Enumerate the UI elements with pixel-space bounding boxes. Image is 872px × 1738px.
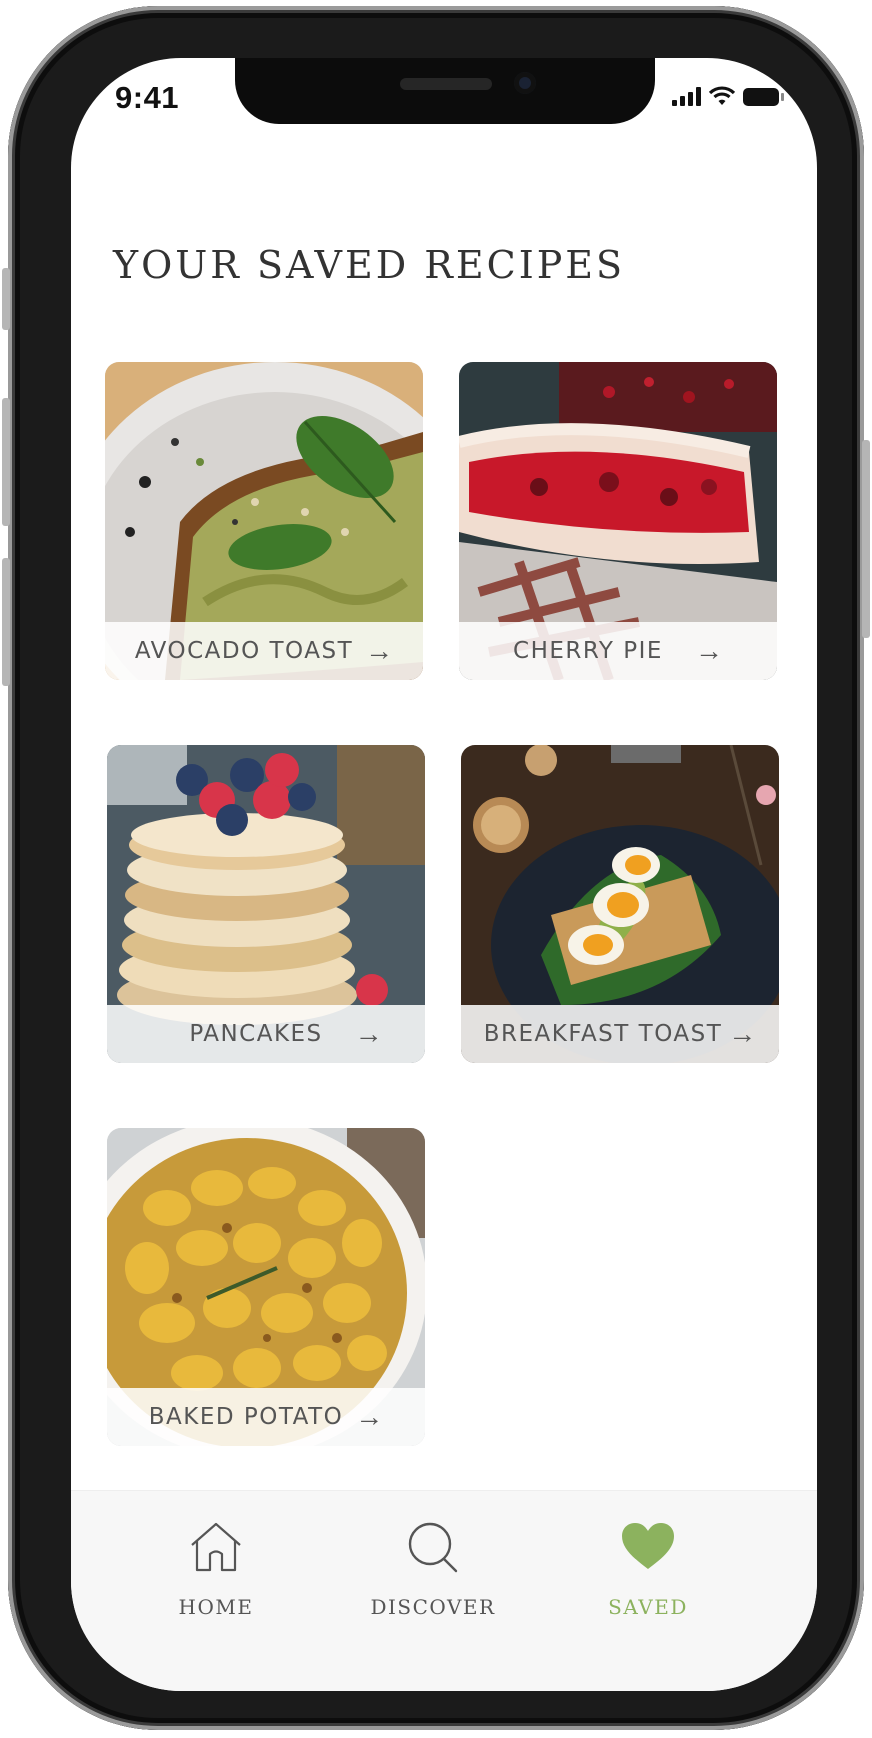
recipe-label-bar: BREAKFAST TOAST → <box>461 1005 779 1063</box>
recipe-card-breakfast-toast[interactable]: BREAKFAST TOAST → <box>461 745 779 1063</box>
nav-item-saved[interactable]: SAVED <box>548 1521 748 1619</box>
recipe-name: CHERRY PIE <box>513 638 663 664</box>
cellular-signal-icon <box>672 86 701 106</box>
notch <box>235 58 655 124</box>
status-icons <box>672 86 784 106</box>
arrow-right-icon[interactable]: → <box>365 637 393 665</box>
recipe-label-bar: BAKED POTATO → <box>107 1388 425 1446</box>
power-button <box>862 440 870 638</box>
home-icon <box>191 1522 241 1572</box>
heart-icon <box>622 1523 674 1569</box>
recipe-label-bar: AVOCADO TOAST → <box>105 622 423 680</box>
nav-label: DISCOVER <box>370 1595 496 1619</box>
earpiece-speaker <box>400 78 492 90</box>
nav-item-discover[interactable]: DISCOVER <box>333 1521 533 1619</box>
arrow-right-icon[interactable]: → <box>355 1403 383 1431</box>
wifi-icon <box>709 86 735 105</box>
recipe-name: BREAKFAST TOAST <box>483 1021 723 1047</box>
recipe-card-baked-potato[interactable]: BAKED POTATO → <box>107 1128 425 1446</box>
recipe-name: PANCAKES <box>189 1021 323 1047</box>
nav-item-home[interactable]: HOME <box>116 1521 316 1619</box>
recipe-card-cherry-pie[interactable]: CHERRY PIE → <box>459 362 777 680</box>
screen: 9:41 YOUR SAVED RECIPES AVOCADO TOAST → … <box>71 58 817 1691</box>
nav-label: SAVED <box>608 1595 688 1619</box>
page-title: YOUR SAVED RECIPES <box>113 243 626 288</box>
recipe-label-bar: PANCAKES → <box>107 1005 425 1063</box>
volume-up-button <box>2 398 10 526</box>
battery-icon <box>743 88 784 106</box>
arrow-right-icon[interactable]: → <box>695 637 723 665</box>
phone-frame: 9:41 YOUR SAVED RECIPES AVOCADO TOAST → … <box>2 6 870 1730</box>
search-icon <box>408 1522 458 1573</box>
recipe-card-pancakes[interactable]: PANCAKES → <box>107 745 425 1063</box>
recipe-name: AVOCADO TOAST <box>134 638 354 664</box>
front-camera <box>514 72 536 94</box>
nav-label: HOME <box>178 1595 254 1619</box>
arrow-right-icon[interactable]: → <box>355 1020 383 1048</box>
arrow-right-icon[interactable]: → <box>728 1020 756 1048</box>
recipe-name: BAKED POTATO <box>148 1404 344 1430</box>
bottom-navigation: HOME DISCOVER SAVED <box>71 1490 817 1691</box>
recipe-card-avocado-toast[interactable]: AVOCADO TOAST → <box>105 362 423 680</box>
status-time: 9:41 <box>115 80 180 115</box>
recipe-label-bar: CHERRY PIE → <box>459 622 777 680</box>
volume-down-button <box>2 558 10 686</box>
mute-switch <box>2 268 10 330</box>
